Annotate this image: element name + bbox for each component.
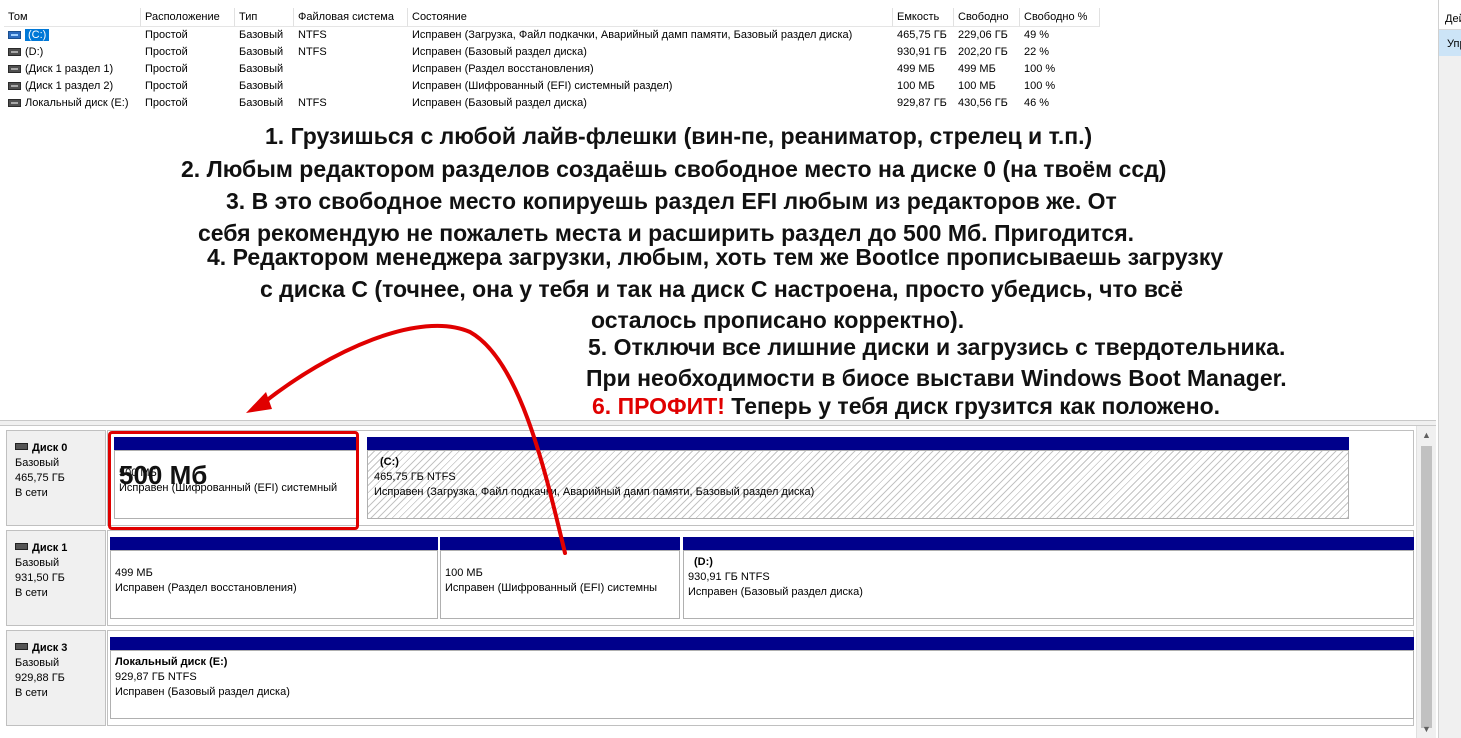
location-cell: Простой [145,46,188,58]
partition-bar [110,637,1414,650]
column-header-volume[interactable]: Том [4,8,141,27]
actions-item-disk-management[interactable]: Управление дисками [1439,30,1461,56]
status-cell: Исправен (Базовый раздел диска) [412,97,587,109]
instruction-step-4a: 4. Редактором менеджера загрузки, любым,… [207,244,1224,270]
scrollbar-thumb[interactable] [1421,446,1432,728]
location-cell: Простой [145,80,188,92]
column-header-filesystem[interactable]: Файловая система [294,8,408,27]
type-cell: Базовый [239,46,284,58]
filesystem-cell: NTFS [298,29,327,41]
free-cell: 430,56 ГБ [958,97,1008,109]
status-cell: Исправен (Шифрованный (EFI) системный ра… [412,80,673,92]
instruction-step-1: 1. Грузишься с любой лайв-флешки (вин-пе… [265,123,1093,149]
column-header-type[interactable]: Тип [235,8,294,27]
filesystem-cell [294,61,408,78]
disk-row-1: Диск 1 Базовый 931,50 ГБ В сети 499 МБ И… [6,530,1414,626]
free-cell: 229,06 ГБ [958,29,1008,41]
disk-body-1: 499 МБ Исправен (Раздел восстановления) … [107,530,1414,626]
capacity-cell: 465,75 ГБ [897,29,947,41]
instruction-step-3a: 3. В это свободное место копируешь разде… [226,188,1117,214]
partition-e[interactable]: Локальный диск (E:) 929,87 ГБ NTFS Испра… [110,637,1414,719]
partition-bar [367,437,1349,450]
profit-label: 6. ПРОФИТ! [592,393,725,419]
disk-label-1[interactable]: Диск 1 Базовый 931,50 ГБ В сети [6,530,106,626]
instruction-step-4b: с диска С (точнее, она у тебя и так на д… [260,276,1183,302]
disk-icon [15,443,28,450]
partition-bar [683,537,1414,550]
free-percent-cell: 22 % [1024,46,1050,58]
vertical-scrollbar[interactable]: ▲ ▼ [1416,426,1436,738]
status-cell: Исправен (Раздел восстановления) [412,63,594,75]
table-row[interactable]: (C:) Простой Базовый NTFS Исправен (Загр… [0,27,1436,44]
type-cell: Базовый [239,97,284,109]
instruction-step-6: 6. ПРОФИТ! Теперь у тебя диск грузится к… [592,392,1220,420]
free-percent-cell: 46 % [1024,97,1050,109]
instruction-step-6-text: Теперь у тебя диск грузится как положено… [724,393,1221,419]
column-header-location[interactable]: Расположение [141,8,235,27]
instruction-step-4c: осталось прописано корректно). [591,307,965,333]
instruction-step-5b: При необходимости в биосе выстави Window… [586,365,1287,391]
free-cell: 499 МБ [958,63,996,75]
disk-management-main: Том Расположение Тип Файловая система Со… [0,0,1436,738]
table-row[interactable]: Локальный диск (E:) Простой Базовый NTFS… [0,95,1436,112]
actions-panel: Действия Управление дисками [1438,0,1461,738]
filesystem-cell: NTFS [298,46,327,58]
status-cell: Исправен (Базовый раздел диска) [412,46,587,58]
partition-bar [440,537,680,550]
partition-bar [110,537,438,550]
free-cell: 100 МБ [958,80,996,92]
disk-label-3[interactable]: Диск 3 Базовый 929,88 ГБ В сети [6,630,106,726]
instruction-step-5a: 5. Отключи все лишние диски и загрузись … [588,334,1286,360]
scroll-up-icon[interactable]: ▲ [1417,426,1436,444]
capacity-cell: 929,87 ГБ [897,97,947,109]
partition-d[interactable]: (D:) 930,91 ГБ NTFS Исправен (Базовый ра… [683,537,1414,619]
volume-icon [8,48,21,56]
type-cell: Базовый [239,63,284,75]
instruction-step-2: 2. Любым редактором разделов создаёшь св… [181,156,1167,182]
table-row[interactable]: (Диск 1 раздел 1) Простой Базовый Исправ… [0,61,1436,78]
disk-icon [15,543,28,550]
volume-name-cell: (Диск 1 раздел 1) [4,61,141,78]
free-percent-cell: 100 % [1024,63,1056,75]
volume-name-cell: (D:) [4,44,141,61]
disk-body-3: Локальный диск (E:) 929,87 ГБ NTFS Испра… [107,630,1414,726]
table-row[interactable]: (D:) Простой Базовый NTFS Исправен (Базо… [0,44,1436,61]
column-header-status[interactable]: Состояние [408,8,893,27]
free-percent-cell: 49 % [1024,29,1050,41]
filesystem-cell: NTFS [298,97,327,109]
partition-recovery[interactable]: 499 МБ Исправен (Раздел восстановления) [110,537,438,619]
location-cell: Простой [145,29,188,41]
location-cell: Простой [145,97,188,109]
disk-label-0[interactable]: Диск 0 Базовый 465,75 ГБ В сети [6,430,106,526]
scroll-down-icon[interactable]: ▼ [1417,720,1436,738]
type-cell: Базовый [239,80,284,92]
capacity-cell: 499 МБ [897,63,935,75]
partition-efi-100mb[interactable]: 100 МБ Исправен (Шифрованный (EFI) систе… [440,537,680,619]
column-header-free-percent[interactable]: Свободно % [1020,8,1100,27]
partition-c[interactable]: (C:) 465,75 ГБ NTFS Исправен (Загрузка, … [367,437,1349,519]
capacity-cell: 930,91 ГБ [897,46,947,58]
capacity-cell: 100 МБ [897,80,935,92]
filesystem-cell [294,78,408,95]
location-cell: Простой [145,63,188,75]
free-cell: 202,20 ГБ [958,46,1008,58]
volume-name-cell: (Диск 1 раздел 2) [4,78,141,95]
disk-row-3: Диск 3 Базовый 929,88 ГБ В сети Локальны… [6,630,1414,726]
actions-header: Действия [1439,0,1461,30]
volume-icon [8,65,21,73]
volume-icon [8,31,21,39]
free-percent-cell: 100 % [1024,80,1056,92]
overlay-size-label: 500 Мб [119,460,208,490]
disk-icon [15,643,28,650]
type-cell: Базовый [239,29,284,41]
volume-list: Том Расположение Тип Файловая система Со… [0,0,1436,420]
column-header-capacity[interactable]: Емкость [893,8,954,27]
volume-name-cell: Локальный диск (E:) [4,95,141,112]
volume-icon [8,99,21,107]
table-row[interactable]: (Диск 1 раздел 2) Простой Базовый Исправ… [0,78,1436,95]
status-cell: Исправен (Загрузка, Файл подкачки, Авари… [412,29,853,41]
column-header-free[interactable]: Свободно [954,8,1020,27]
volume-name-cell: (C:) [4,27,141,44]
volume-icon [8,82,21,90]
